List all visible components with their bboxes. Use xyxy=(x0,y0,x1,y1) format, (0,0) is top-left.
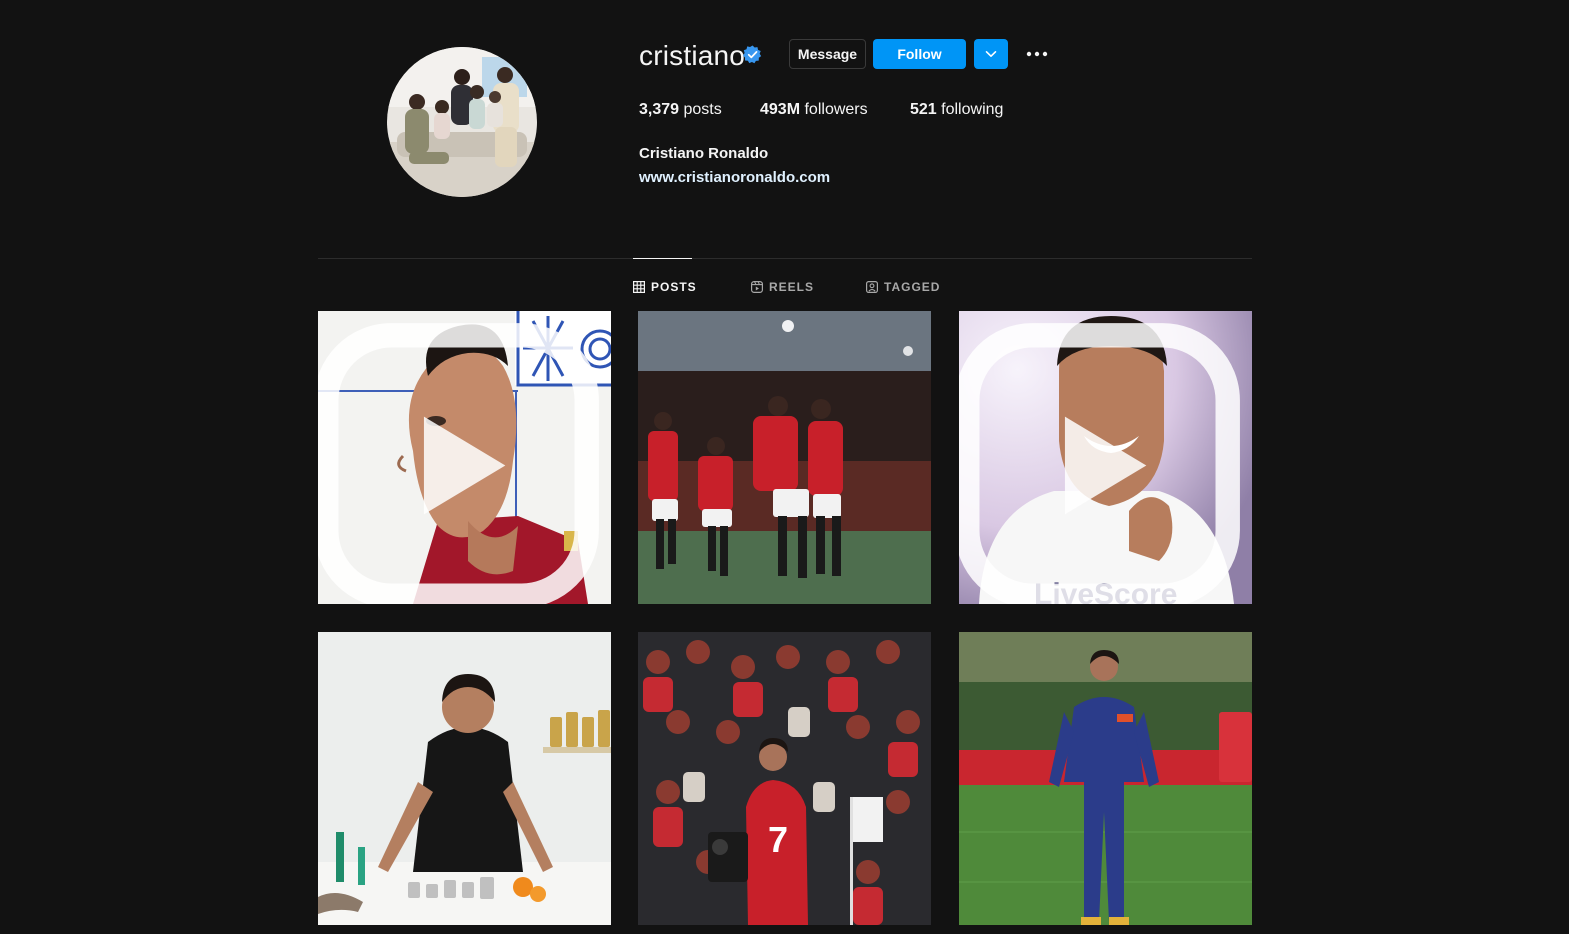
profile-page: cristiano Message Follow 3,379 posts 493… xyxy=(0,0,1569,934)
post-thumbnail-2[interactable] xyxy=(638,311,931,604)
avatar-image xyxy=(387,47,537,197)
grid-icon xyxy=(633,281,645,293)
following-label: following xyxy=(941,101,1004,118)
follow-button[interactable]: Follow xyxy=(873,39,966,69)
message-button[interactable]: Message xyxy=(789,39,866,69)
posts-label: posts xyxy=(683,101,722,118)
svg-text:7: 7 xyxy=(768,819,788,860)
tab-tagged-label: TAGGED xyxy=(884,280,941,294)
reel-badge-icon xyxy=(959,323,1240,604)
followers-stat[interactable]: 493M followers xyxy=(760,100,868,120)
tab-posts[interactable]: POSTS xyxy=(633,278,697,296)
reels-icon xyxy=(751,281,763,293)
profile-avatar[interactable] xyxy=(387,47,537,197)
verified-badge-icon xyxy=(743,45,762,64)
following-stat[interactable]: 521 following xyxy=(910,100,1003,120)
tab-posts-label: POSTS xyxy=(651,280,697,294)
post-thumbnail-6[interactable] xyxy=(959,632,1252,925)
post-thumbnail-4[interactable] xyxy=(318,632,611,925)
posts-stat: 3,379 posts xyxy=(639,100,722,120)
tab-reels-label: REELS xyxy=(769,280,815,294)
tab-reels[interactable]: REELS xyxy=(751,278,814,296)
posts-count: 3,379 xyxy=(639,101,680,118)
followers-label: followers xyxy=(804,101,868,118)
tabs-divider xyxy=(318,258,1252,259)
followers-count: 493M xyxy=(760,101,801,118)
post-image-products xyxy=(318,632,611,925)
profile-full-name: Cristiano Ronaldo xyxy=(639,145,769,162)
post-image-crowd: 7 xyxy=(638,632,931,925)
following-count: 521 xyxy=(910,101,937,118)
post-thumbnail-5[interactable]: 7 xyxy=(638,632,931,925)
active-tab-indicator xyxy=(633,258,692,259)
tab-tagged[interactable]: TAGGED xyxy=(866,278,940,296)
post-thumbnail-3[interactable]: LiveScore xyxy=(959,311,1252,604)
chevron-down-icon xyxy=(985,51,997,57)
more-dots-icon xyxy=(1026,51,1048,57)
more-options-button[interactable] xyxy=(1022,42,1052,66)
post-image-training xyxy=(959,632,1252,925)
tagged-icon xyxy=(866,281,878,293)
post-image-celebration xyxy=(638,311,931,604)
profile-website-link[interactable]: www.cristianoronaldo.com xyxy=(639,169,830,187)
suggested-dropdown-button[interactable] xyxy=(974,39,1008,69)
post-thumbnail-1[interactable] xyxy=(318,311,611,604)
reel-badge-icon xyxy=(318,323,599,604)
profile-username: cristiano xyxy=(639,40,746,71)
